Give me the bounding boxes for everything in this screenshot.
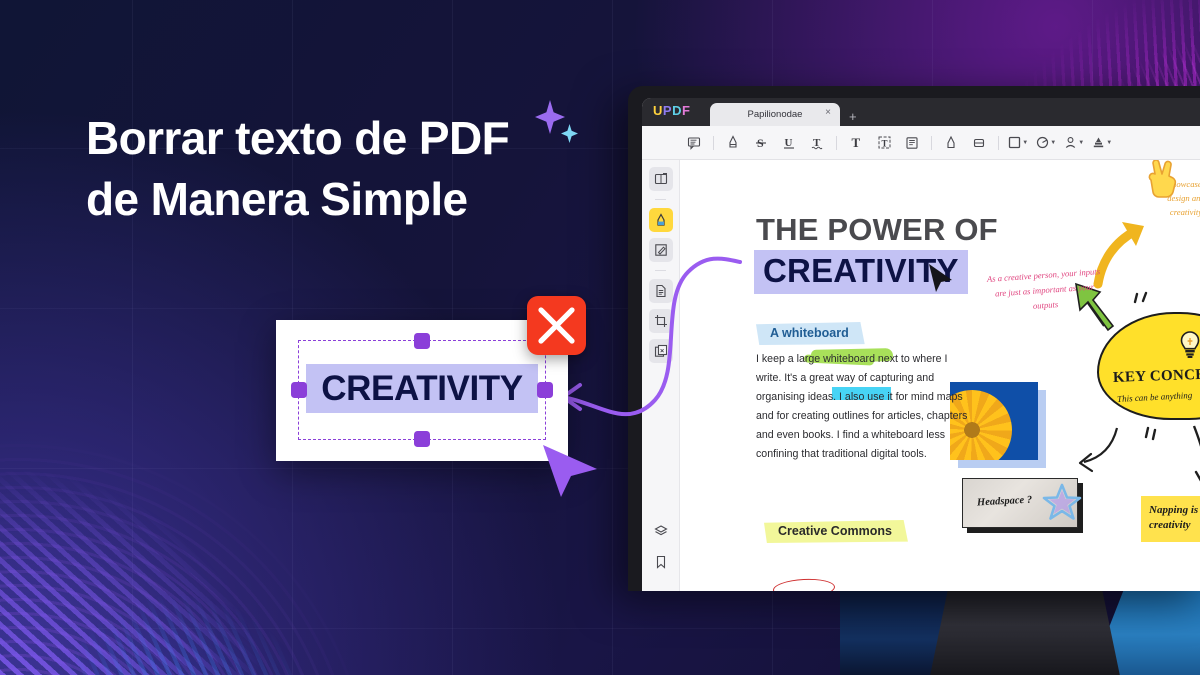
chevron-down-icon[interactable]: ▼	[1050, 140, 1056, 146]
annotation-pink-note: As a creative person, your inputs are ju…	[986, 266, 1101, 311]
lightbulb-icon	[1177, 330, 1200, 365]
new-tab-button[interactable]: +	[849, 110, 857, 126]
sticky-note-icon[interactable]	[901, 132, 923, 154]
strikethrough-icon[interactable]: S	[750, 132, 772, 154]
sidebar-separator	[655, 199, 666, 200]
toolbar-separator	[931, 135, 932, 150]
underline-icon[interactable]: U	[778, 132, 800, 154]
resize-handle-top[interactable]	[414, 333, 430, 349]
logo-letter-f: F	[681, 103, 691, 118]
comment-icon[interactable]	[683, 132, 705, 154]
napping-note: Napping is key to creativity	[1141, 496, 1200, 542]
chevron-down-icon[interactable]: ▼	[1106, 140, 1112, 146]
svg-text:T: T	[852, 135, 861, 150]
eraser-icon[interactable]	[968, 132, 990, 154]
ribbon-whiteboard: A whiteboard	[756, 322, 865, 345]
delete-button[interactable]	[527, 296, 586, 355]
page-title-line-1: Borrar texto de PDF	[86, 112, 510, 164]
resize-handle-left[interactable]	[291, 382, 307, 398]
svg-text:T: T	[881, 139, 887, 149]
red-oval-annotation	[772, 577, 836, 591]
highlight-pen-icon[interactable]	[722, 132, 744, 154]
monitor-bezel: UPDF Papilionodae × + S U T T T ▼ ▼ ▼ ▼ …	[628, 86, 1200, 591]
resize-handle-bottom[interactable]	[414, 431, 430, 447]
close-x-icon	[538, 307, 575, 344]
text-callout-icon[interactable]: T	[873, 132, 895, 154]
chevron-down-icon[interactable]: ▼	[1022, 140, 1028, 146]
updf-application-window: UPDF Papilionodae × + S U T T T ▼ ▼ ▼ ▼ …	[642, 98, 1200, 591]
sidebar-item-page-tools[interactable]	[648, 279, 673, 303]
sidebar-item-annotate[interactable]	[648, 208, 673, 232]
sidebar-item-crop[interactable]	[648, 309, 673, 333]
sidebar-separator	[655, 270, 666, 271]
sidebar-item-edit[interactable]	[648, 238, 673, 262]
arrow-cursor	[541, 443, 599, 504]
selected-text-block[interactable]: CREATIVITY	[306, 364, 538, 413]
svg-text:U: U	[785, 137, 793, 149]
mindmap-illustration: As a creative person, your inputs are ju…	[950, 160, 1200, 591]
layers-icon[interactable]	[649, 519, 673, 543]
title-bar: UPDF Papilionodae × +	[642, 98, 1200, 126]
headspace-note-label: Headspace ?	[976, 494, 1033, 509]
page-arrow-cursor	[928, 263, 954, 298]
logo-letter-d: D	[672, 103, 682, 118]
ribbon-creative-commons: Creative Commons	[764, 520, 908, 543]
toolbar-separator	[836, 135, 837, 150]
shape-ellipse-icon[interactable]: ▼	[1035, 132, 1057, 154]
left-sidebar	[642, 160, 680, 591]
document-tab[interactable]: Papilionodae ×	[710, 103, 840, 126]
selected-text-label: CREATIVITY	[321, 368, 523, 408]
page-title: Borrar texto de PDF de Manera Simple	[86, 108, 646, 230]
chevron-down-icon[interactable]: ▼	[1078, 140, 1084, 146]
page-title-line-2: de Manera Simple	[86, 173, 468, 226]
bookmark-icon[interactable]	[649, 550, 673, 574]
resize-handle-right[interactable]	[537, 382, 553, 398]
star-icon	[1042, 482, 1082, 527]
monitor: UPDF Papilionodae × + S U T T T ▼ ▼ ▼ ▼ …	[628, 86, 1200, 591]
tab-close-icon[interactable]: ×	[825, 108, 831, 118]
logo-letter-p: P	[662, 103, 673, 118]
toolbar-separator	[713, 135, 714, 150]
pencil-icon[interactable]	[940, 132, 962, 154]
tab-title: Papilionodae	[747, 109, 803, 120]
monitor-stand-neck	[930, 584, 1120, 675]
app-body: THE POWER OF CREATIVITY A whiteboard I k…	[642, 160, 1200, 591]
sidebar-item-organize[interactable]	[648, 339, 673, 363]
paragraph-whiteboard: I keep a large whiteboard next to where …	[756, 353, 968, 461]
toolbar-separator	[998, 135, 999, 150]
logo-letter-u: U	[653, 103, 663, 118]
cloud-title: KEY CONCEPT	[1112, 366, 1200, 386]
annotation-toolbar: S U T T T ▼ ▼ ▼ ▼	[642, 126, 1200, 160]
napping-note-label: Napping is key to creativity	[1149, 504, 1200, 531]
sidebar-item-reader[interactable]	[648, 167, 673, 191]
sidebar-bottom-group	[649, 519, 673, 581]
squiggly-underline-icon[interactable]: T	[806, 132, 828, 154]
text-box-icon[interactable]: T	[845, 132, 867, 154]
cloud-subtitle: This can be anything	[1116, 390, 1193, 404]
updf-logo: UPDF	[653, 103, 690, 118]
shape-rectangle-icon[interactable]: ▼	[1007, 132, 1029, 154]
signature-icon[interactable]: ▼	[1063, 132, 1085, 154]
peace-hand-icon	[1143, 160, 1179, 203]
pdf-page[interactable]: THE POWER OF CREATIVITY A whiteboard I k…	[680, 160, 1200, 591]
text-edit-overlay[interactable]: CREATIVITY	[276, 320, 568, 461]
doc-heading-top: THE POWER OF	[756, 212, 998, 247]
stamp-icon[interactable]: ▼	[1091, 132, 1113, 154]
